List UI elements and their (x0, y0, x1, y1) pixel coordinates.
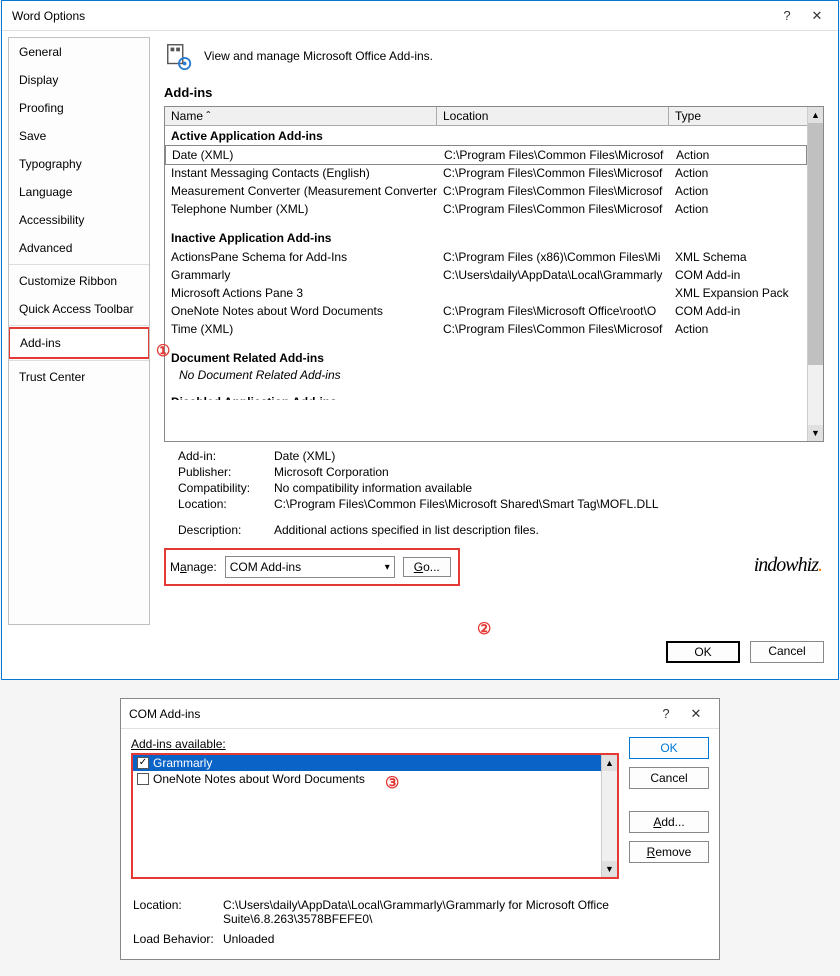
detail-addin-label: Add-in: (178, 449, 274, 463)
addins-icon (164, 41, 194, 71)
sidebar-item-accessibility[interactable]: Accessibility (9, 206, 149, 234)
cancel-button[interactable]: Cancel (629, 767, 709, 789)
ok-button[interactable]: OK (666, 641, 740, 663)
word-options-dialog: Word Options ? ✕ General Display Proofin… (1, 0, 839, 680)
ok-button[interactable]: OK (629, 737, 709, 759)
scrollbar[interactable]: ▲ ▼ (601, 755, 617, 877)
sidebar-item-proofing[interactable]: Proofing (9, 94, 149, 122)
scrollbar[interactable]: ▲ ▼ (807, 107, 823, 441)
manage-select[interactable]: COM Add-ins ▾ (225, 556, 395, 578)
footer-buttons: OK Cancel (2, 631, 838, 673)
addin-row[interactable]: Time (XML)C:\Program Files\Common Files\… (165, 320, 807, 338)
header-text: View and manage Microsoft Office Add-ins… (204, 49, 433, 63)
manage-label: Manage: (170, 560, 217, 574)
sidebar-item-addins[interactable]: Add-ins (8, 327, 150, 359)
main-panel: View and manage Microsoft Office Add-ins… (150, 31, 838, 631)
col-location[interactable]: Location (437, 107, 669, 125)
com-addins-dialog: COM Add-ins ? ✕ Add-ins available: Gramm… (120, 698, 720, 960)
com-loc-value: C:\Users\daily\AppData\Local\Grammarly\G… (223, 898, 707, 926)
sidebar-item-customize-ribbon[interactable]: Customize Ribbon (9, 267, 149, 295)
scroll-up-icon[interactable]: ▲ (808, 107, 823, 123)
sidebar-separator (9, 325, 149, 326)
addin-row[interactable]: Microsoft Actions Pane 3XML Expansion Pa… (165, 284, 807, 302)
addin-row[interactable]: Date (XML)C:\Program Files\Common Files\… (165, 145, 807, 165)
detail-desc-value: Additional actions specified in list des… (274, 523, 810, 537)
sidebar-item-trust-center[interactable]: Trust Center (9, 363, 149, 391)
titlebar: Word Options ? ✕ (2, 1, 838, 31)
dialog-title: Word Options (8, 9, 772, 23)
addins-list[interactable]: Name ˆ Location Type Active Application … (164, 106, 824, 442)
com-loc-label: Location: (133, 898, 223, 926)
com-lb-label: Load Behavior: (133, 932, 223, 946)
manage-row: Manage: COM Add-ins ▾ Go... (164, 548, 460, 586)
available-label: Add-ins available: (131, 737, 619, 751)
sidebar-item-quick-access[interactable]: Quick Access Toolbar (9, 295, 149, 323)
callout-3: ③ (385, 773, 399, 793)
scroll-up-icon[interactable]: ▲ (602, 755, 617, 771)
no-document-addins: No Document Related Add-ins (165, 368, 807, 382)
col-type[interactable]: Type (669, 107, 807, 125)
scroll-thumb[interactable] (808, 123, 823, 365)
scroll-down-icon[interactable]: ▼ (808, 425, 823, 441)
section-title: Add-ins (164, 85, 824, 100)
checkbox[interactable] (137, 773, 149, 785)
col-name[interactable]: Name ˆ (165, 107, 437, 125)
detail-publisher-value: Microsoft Corporation (274, 465, 810, 479)
watermark: indowhiz. (754, 554, 822, 577)
com-lb-value: Unloaded (223, 932, 707, 946)
close-button[interactable]: ✕ (802, 2, 832, 30)
add-button[interactable]: Add... (629, 811, 709, 833)
close-button[interactable]: ✕ (681, 700, 711, 728)
cancel-button[interactable]: Cancel (750, 641, 824, 663)
group-active: Active Application Add-ins (165, 126, 807, 146)
checkbox[interactable] (137, 757, 149, 769)
addin-row[interactable]: Measurement Converter (Measurement Conve… (165, 182, 807, 200)
addin-row[interactable]: Telephone Number (XML)C:\Program Files\C… (165, 200, 807, 218)
go-button[interactable]: Go... (403, 557, 451, 577)
sidebar-item-advanced[interactable]: Advanced (9, 234, 149, 262)
callout-2: ② (477, 619, 491, 639)
group-document: Document Related Add-ins (165, 348, 807, 368)
detail-desc-label: Description: (178, 523, 274, 537)
header: View and manage Microsoft Office Add-ins… (164, 41, 824, 71)
com-details: Location:C:\Users\daily\AppData\Local\Gr… (121, 891, 719, 959)
sidebar-item-language[interactable]: Language (9, 178, 149, 206)
sidebar-item-typography[interactable]: Typography (9, 150, 149, 178)
sidebar-item-display[interactable]: Display (9, 66, 149, 94)
help-button[interactable]: ? (651, 700, 681, 728)
detail-compat-label: Compatibility: (178, 481, 274, 495)
sidebar: General Display Proofing Save Typography… (8, 37, 150, 625)
scroll-track[interactable] (602, 771, 617, 861)
detail-publisher-label: Publisher: (178, 465, 274, 479)
detail-addin-value: Date (XML) (274, 449, 810, 463)
addin-details: Add-in:Date (XML) Publisher:Microsoft Co… (164, 442, 824, 544)
detail-location-value: C:\Program Files\Common Files\Microsoft … (274, 497, 810, 511)
sidebar-separator (9, 264, 149, 265)
manage-select-value: COM Add-ins (230, 560, 301, 574)
titlebar: COM Add-ins ? ✕ (121, 699, 719, 729)
remove-button[interactable]: Remove (629, 841, 709, 863)
detail-location-label: Location: (178, 497, 274, 511)
scroll-down-icon[interactable]: ▼ (602, 861, 617, 877)
list-headers[interactable]: Name ˆ Location Type (165, 107, 807, 126)
available-row[interactable]: OneNote Notes about Word Documents (133, 771, 601, 787)
chevron-down-icon: ▾ (385, 562, 390, 573)
dialog2-title: COM Add-ins (129, 707, 651, 721)
group-inactive: Inactive Application Add-ins (165, 228, 807, 248)
callout-1: ① (156, 341, 170, 361)
detail-compat-value: No compatibility information available (274, 481, 810, 495)
help-button[interactable]: ? (772, 2, 802, 30)
available-list[interactable]: GrammarlyOneNote Notes about Word Docume… (131, 753, 619, 879)
sidebar-separator (9, 360, 149, 361)
sidebar-item-save[interactable]: Save (9, 122, 149, 150)
addin-row[interactable]: Instant Messaging Contacts (English)C:\P… (165, 164, 807, 182)
addin-row[interactable]: OneNote Notes about Word DocumentsC:\Pro… (165, 302, 807, 320)
addin-row[interactable]: GrammarlyC:\Users\daily\AppData\Local\Gr… (165, 266, 807, 284)
sidebar-item-general[interactable]: General (9, 38, 149, 66)
addin-row[interactable]: ActionsPane Schema for Add-InsC:\Program… (165, 248, 807, 266)
scroll-track[interactable] (808, 123, 823, 425)
available-row[interactable]: Grammarly (133, 755, 601, 771)
content: General Display Proofing Save Typography… (2, 31, 838, 631)
group-disabled: Disabled Application Add-ins (165, 392, 807, 400)
